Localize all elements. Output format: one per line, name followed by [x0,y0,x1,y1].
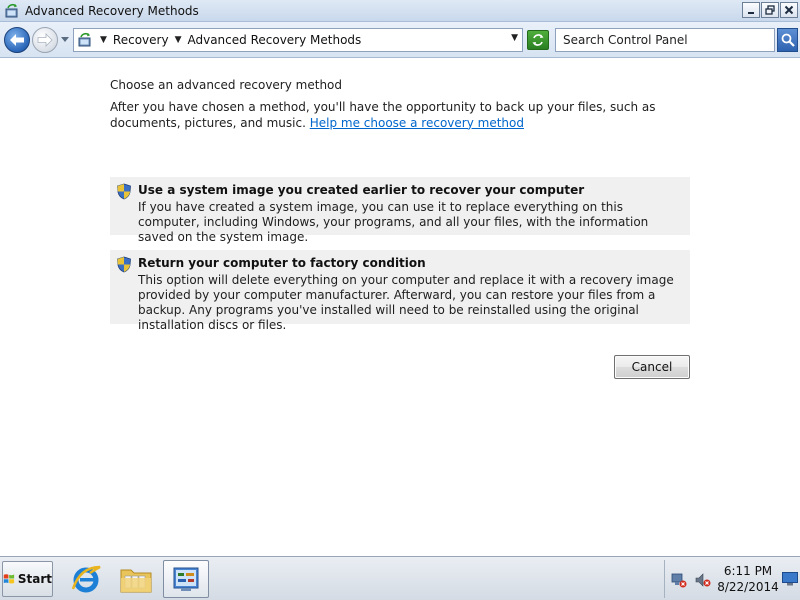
recent-pages-dropdown[interactable] [60,35,70,45]
uac-shield-icon [116,183,132,200]
control-panel-icon [173,567,199,591]
clock-time[interactable]: 6:11 PM [717,564,779,578]
minimize-icon [748,12,754,14]
windows-explorer-icon[interactable] [116,560,156,598]
recovery-app-icon [4,3,20,19]
network-disconnected-icon[interactable] [671,572,687,588]
control-panel-icon [76,31,94,49]
maximize-button[interactable] [761,2,779,18]
search-input[interactable]: Search Control Panel [555,28,775,52]
control-panel-taskbar-button[interactable] [163,560,209,598]
window-title: Advanced Recovery Methods [25,3,199,18]
help-link[interactable]: Help me choose a recovery method [310,116,524,130]
windows-logo-icon [3,574,15,584]
option-title[interactable]: Use a system image you created earlier t… [138,183,584,197]
forward-button[interactable] [32,27,58,53]
refresh-button[interactable] [527,30,549,50]
system-tray: 6:11 PM 8/22/2014 [664,560,798,598]
breadcrumb-current[interactable]: Advanced Recovery Methods [187,33,361,47]
breadcrumb-separator-icon[interactable]: ▼ [100,35,107,45]
search-button[interactable] [777,28,798,52]
option-description: If you have created a system image, you … [138,200,649,244]
option-system-image[interactable]: Use a system image you created earlier t… [110,177,690,244]
volume-muted-icon[interactable] [695,572,711,588]
breadcrumb-recovery[interactable]: Recovery [113,33,169,47]
address-box[interactable]: ▼ Recovery ▼ Advanced Recovery Methods ▼ [73,28,523,52]
minimize-button[interactable] [742,2,760,18]
option-factory-condition[interactable]: Return your computer to factory conditio… [110,250,690,332]
breadcrumb-separator-icon[interactable]: ▼ [175,35,182,45]
refresh-icon [532,34,544,46]
page-description: After you have chosen a method, you'll h… [110,100,670,131]
clock-date[interactable]: 8/22/2014 [717,580,779,594]
taskbar: Start 6:11 PM 8/22/2014 [0,556,800,600]
main-content: Choose an advanced recovery method After… [0,58,800,556]
close-icon [784,5,794,15]
page-title: Choose an advanced recovery method [110,78,343,92]
internet-explorer-icon[interactable] [66,560,106,598]
show-desktop-icon[interactable] [782,572,798,586]
arrow-left-icon [10,34,24,46]
close-button[interactable] [780,2,798,18]
option-description: This option will delete everything on yo… [138,273,674,332]
search-icon [781,33,795,47]
arrow-right-icon [37,33,53,47]
cancel-button[interactable]: Cancel [614,355,690,379]
uac-shield-icon [116,256,132,273]
start-label: Start [17,572,52,586]
option-title[interactable]: Return your computer to factory conditio… [138,256,426,270]
start-button[interactable]: Start [2,561,53,597]
title-bar: Advanced Recovery Methods [0,0,800,22]
window-controls [742,2,798,18]
navigation-bar: ▼ Recovery ▼ Advanced Recovery Methods ▼… [0,22,800,58]
address-dropdown-icon[interactable]: ▼ [511,33,518,43]
restore-icon [765,5,775,15]
back-button[interactable] [4,27,30,53]
chevron-down-icon [61,37,69,42]
